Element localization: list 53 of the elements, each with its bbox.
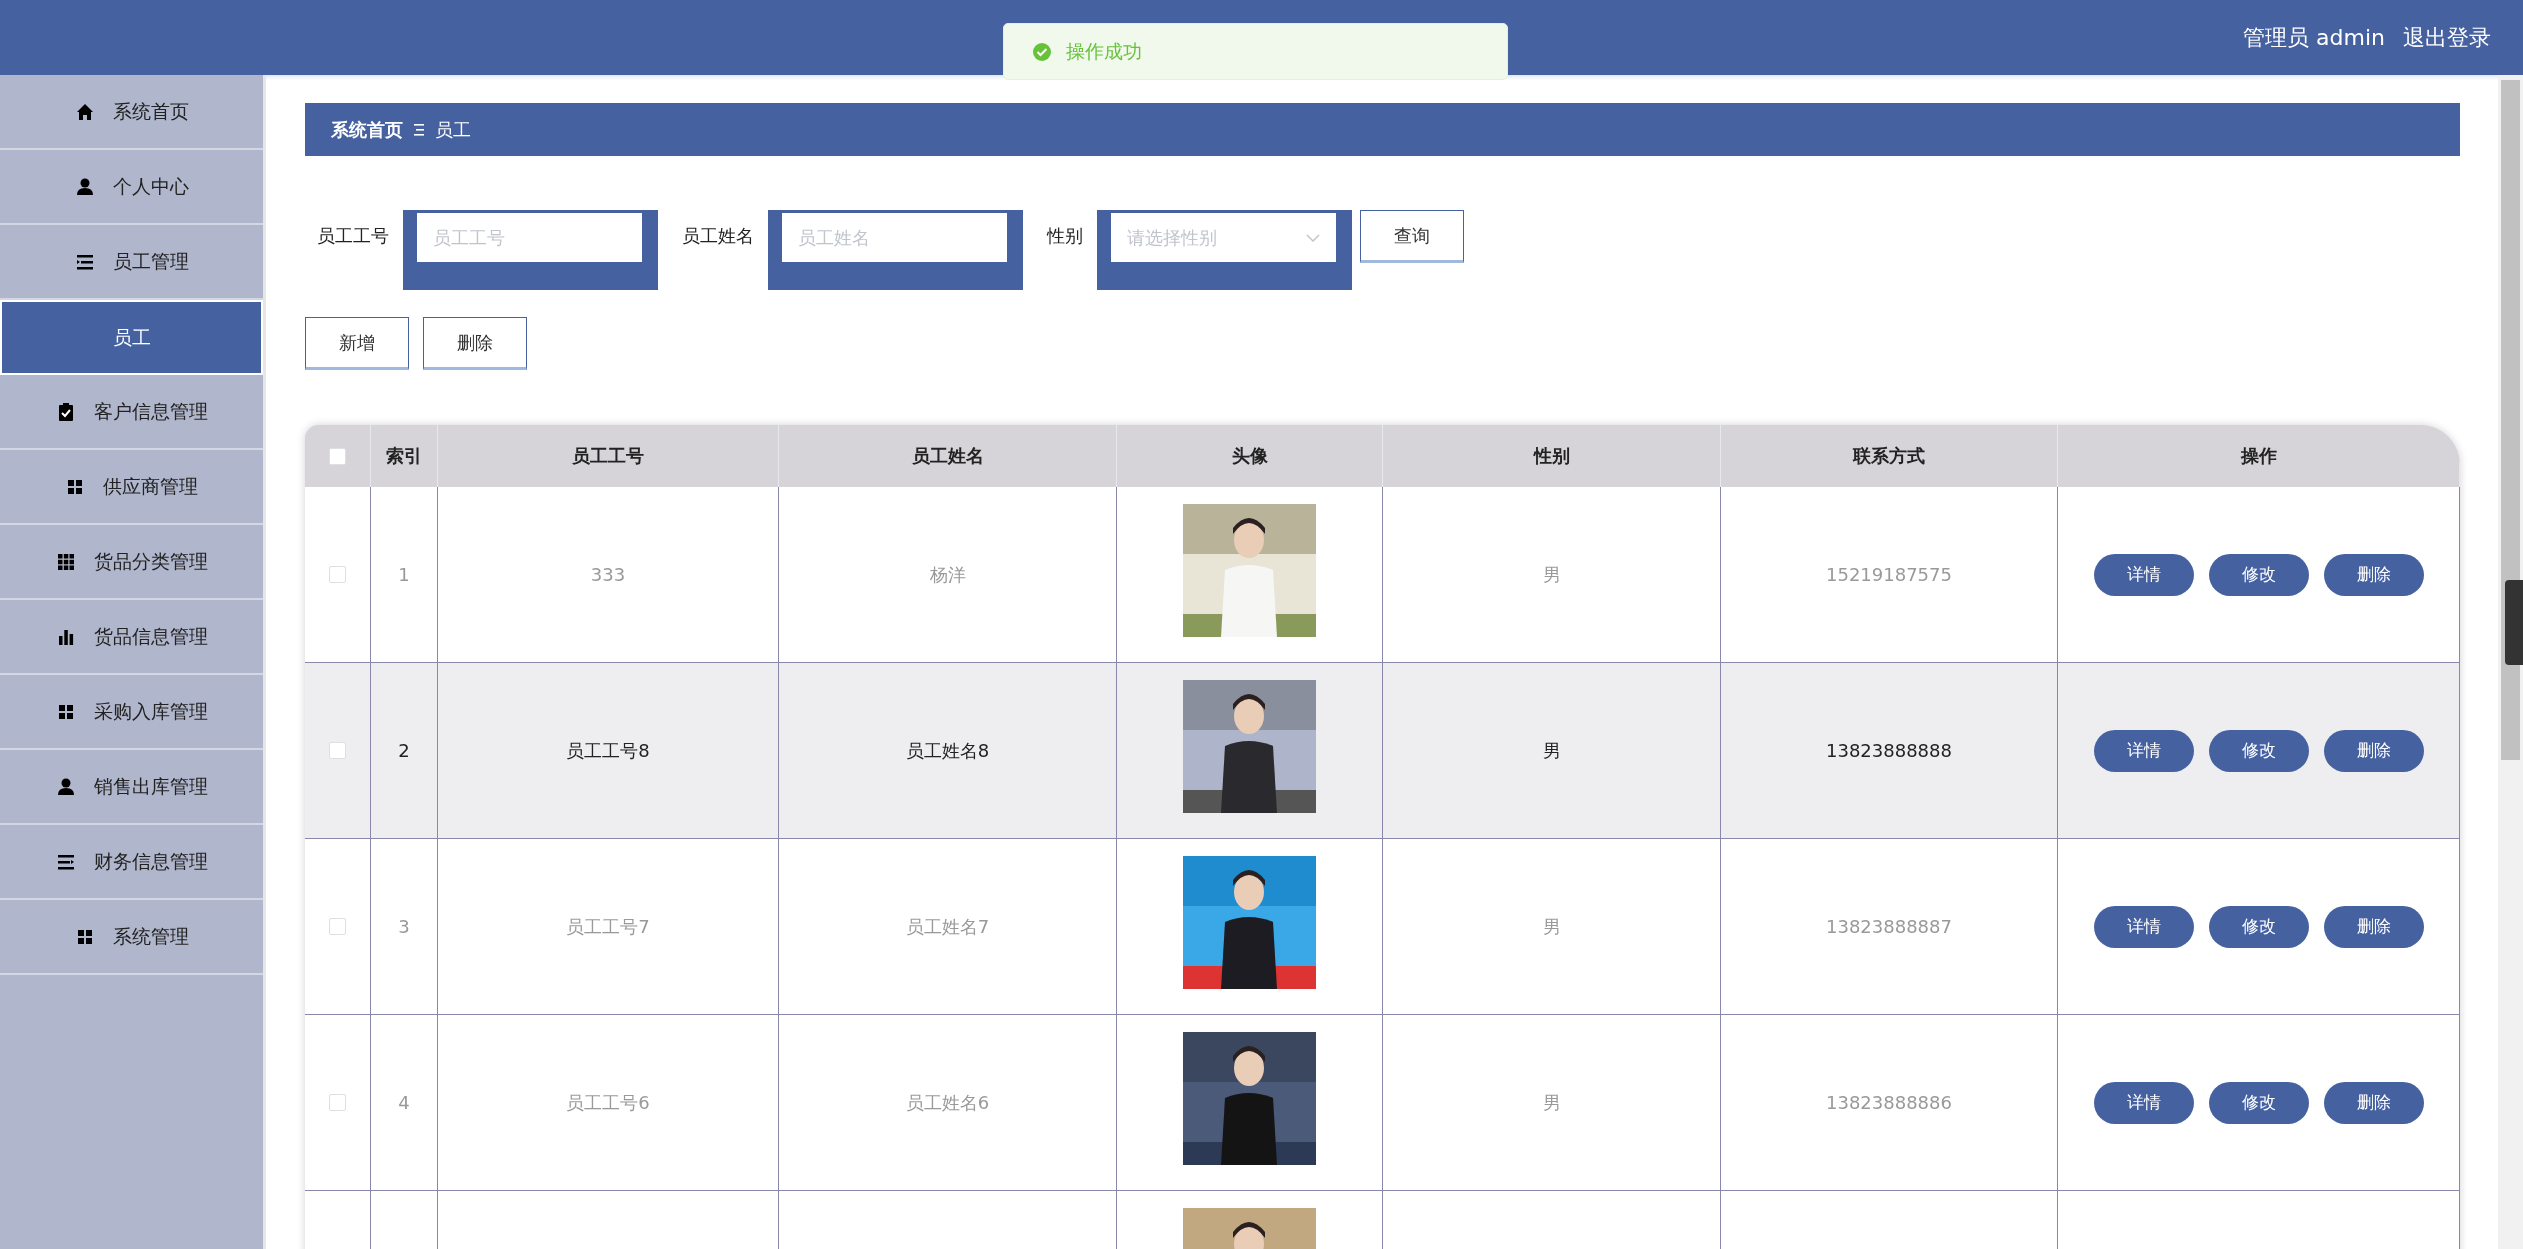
table-row[interactable]: 2 员工工号8 员工姓名8 男 13823888888 详情 修改 删除 xyxy=(305,663,2460,839)
field-label: 员工工号 xyxy=(316,224,390,248)
row-checkbox[interactable] xyxy=(329,918,346,935)
sidebar-item[interactable]: 客户信息管理 xyxy=(0,375,263,450)
scrollbar[interactable] xyxy=(2498,75,2523,1249)
edit-button[interactable]: 修改 xyxy=(2208,553,2309,596)
row-checkbox[interactable] xyxy=(329,742,346,759)
sidebar-item[interactable]: 供应商管理 xyxy=(0,450,263,525)
table-row[interactable]: 3 员工工号7 员工姓名7 男 13823888887 详情 修改 删除 xyxy=(305,839,2460,1015)
delete-button[interactable]: 删除 xyxy=(2323,905,2424,948)
details-button[interactable]: 详情 xyxy=(2093,1081,2194,1124)
breadcrumb-current: 员工 xyxy=(435,117,471,142)
delete-button[interactable]: 删除 xyxy=(423,317,527,370)
add-button[interactable]: 新增 xyxy=(305,317,409,370)
search-field[interactable]: 员工姓名 xyxy=(782,213,1007,262)
details-button[interactable]: 详情 xyxy=(2093,729,2194,772)
details-button[interactable]: 详情 xyxy=(2093,905,2194,948)
sidebar-item[interactable]: 货品分类管理 xyxy=(0,525,263,600)
menu-icon xyxy=(413,122,425,137)
edit-button[interactable]: 修改 xyxy=(2208,905,2309,948)
edit-button[interactable]: 修改 xyxy=(2208,729,2309,772)
table-row[interactable]: 4 员工工号6 员工姓名6 男 13823888886 详情 修改 删除 xyxy=(305,1015,2460,1191)
sidebar-item[interactable]: 财务信息管理 xyxy=(0,825,263,900)
row-checkbox[interactable] xyxy=(329,566,346,583)
field-label: 员工姓名 xyxy=(681,224,755,248)
search-field[interactable]: 员工工号 xyxy=(417,213,642,262)
select-all-checkbox[interactable] xyxy=(329,447,346,465)
logout-link[interactable]: 退出登录 xyxy=(2403,22,2491,53)
field-label: 性别 xyxy=(1045,224,1084,248)
details-button[interactable]: 详情 xyxy=(2093,553,2194,596)
table-row[interactable]: 1 333 杨洋 男 15219187575 详情 修改 删除 xyxy=(305,487,2460,663)
user-label: 管理员 admin xyxy=(2243,23,2385,52)
grid-icon xyxy=(55,551,76,572)
chevron-down-icon xyxy=(1306,233,1320,242)
person-icon xyxy=(74,176,95,197)
sidebar-item[interactable]: 系统管理 xyxy=(0,900,263,975)
breadcrumb-link[interactable]: 系统首页 xyxy=(331,117,403,142)
row-checkbox[interactable] xyxy=(329,1094,346,1111)
sidebar-item[interactable]: 销售出库管理 xyxy=(0,750,263,825)
success-icon xyxy=(1032,41,1052,62)
sidebar-item[interactable]: 个人中心 xyxy=(0,150,263,225)
edit-button[interactable]: 修改 xyxy=(2208,1081,2309,1124)
delete-button[interactable]: 删除 xyxy=(2323,729,2424,772)
sidebar-item[interactable]: 采购入库管理 xyxy=(0,675,263,750)
query-button[interactable]: 查询 xyxy=(1360,210,1464,263)
side-handle[interactable] xyxy=(2505,580,2523,665)
sidebar-subitem[interactable]: 员工 xyxy=(0,300,263,375)
delete-button[interactable]: 删除 xyxy=(2323,553,2424,596)
sidebar-item[interactable]: 系统首页 xyxy=(0,75,263,150)
delete-button[interactable]: 删除 xyxy=(2323,1081,2424,1124)
sidebar-item[interactable]: 货品信息管理 xyxy=(0,600,263,675)
person-icon xyxy=(55,776,76,797)
toast-message: 操作成功 xyxy=(1066,38,1142,64)
